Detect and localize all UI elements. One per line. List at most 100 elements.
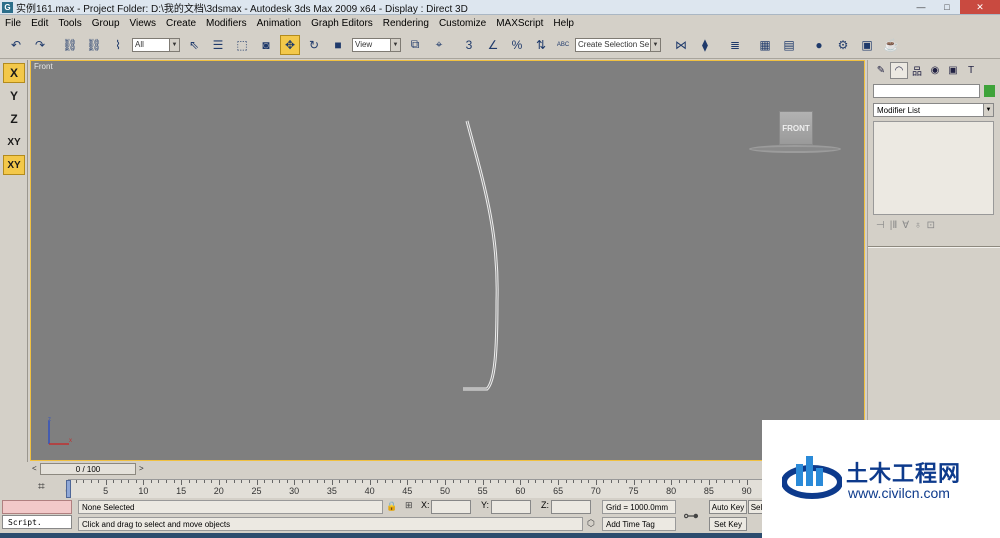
schematic-view-icon[interactable]: ▤	[779, 35, 799, 55]
undo-icon[interactable]: ↶	[6, 35, 26, 55]
timeline-tick	[686, 480, 688, 483]
quick-render-teapot-icon[interactable]: ☕	[881, 35, 901, 55]
viewcube[interactable]: FRONT	[779, 111, 813, 145]
display-tab-icon[interactable]: ▣	[944, 62, 962, 79]
menu-create[interactable]: Create	[161, 18, 201, 29]
menu-customize[interactable]: Customize	[434, 18, 491, 29]
restrict-to-y-button[interactable]: Y	[3, 86, 25, 106]
percent-snap-icon[interactable]: %	[507, 35, 527, 55]
minimize-button[interactable]: —	[908, 0, 934, 14]
timeline-tick	[294, 480, 296, 485]
mirror-icon[interactable]: ⋈	[671, 35, 691, 55]
create-tab-icon[interactable]: ✎	[872, 62, 890, 79]
modifier-stack[interactable]	[873, 121, 994, 215]
prev-frame-arrow[interactable]: <	[32, 464, 37, 473]
front-viewport[interactable]: Front z x FRONT	[30, 60, 865, 461]
viewcube-compass-ring[interactable]	[749, 145, 841, 153]
align-icon[interactable]: ⧫	[695, 35, 715, 55]
pivot-center-icon[interactable]: ⧉	[405, 35, 425, 55]
spinner-snap-icon[interactable]: ⇅	[531, 35, 551, 55]
maxscript-listener-mini[interactable]	[2, 500, 72, 514]
select-and-scale-icon[interactable]: ■	[328, 35, 348, 55]
render-setup-icon[interactable]: ⚙	[833, 35, 853, 55]
menu-views[interactable]: Views	[125, 18, 162, 29]
redo-icon[interactable]: ↷	[30, 35, 50, 55]
selection-filter-dropdown[interactable]: All ▼	[132, 37, 180, 52]
show-end-result-icon[interactable]: |Ⅱ	[890, 220, 898, 231]
object-color-swatch[interactable]	[984, 85, 995, 97]
bind-to-space-warp-icon[interactable]: ⌇	[108, 35, 128, 55]
timeline-tick	[505, 480, 507, 483]
timeline-tick	[512, 480, 514, 483]
timeline-tick-label: 40	[364, 486, 375, 496]
named-selection-sets-dropdown[interactable]: Create Selection Se ▼	[575, 37, 661, 52]
hierarchy-tab-icon[interactable]: 品	[908, 62, 926, 79]
select-and-move-icon[interactable]: ✥	[280, 34, 300, 55]
unlink-selection-icon[interactable]: ⛓	[84, 35, 104, 55]
absolute-mode-icon[interactable]: ⊞	[405, 500, 413, 511]
close-button[interactable]: ✕	[960, 0, 1000, 14]
menu-modifiers[interactable]: Modifiers	[201, 18, 252, 29]
timeline-ruler[interactable]: 051015202530354045505560657075808590	[65, 479, 765, 498]
make-unique-icon[interactable]: ∀	[902, 220, 909, 231]
select-and-link-icon[interactable]: ⛓	[60, 35, 80, 55]
menu-rendering[interactable]: Rendering	[378, 18, 434, 29]
time-slider[interactable]: 0 / 100	[40, 463, 136, 475]
timeline-track[interactable]: ⌗ 051015202530354045505560657075808590	[0, 476, 765, 498]
rectangular-region-icon[interactable]: ⬚	[232, 35, 252, 55]
app-icon[interactable]: G	[2, 1, 13, 13]
timeline-tick-label: 45	[402, 486, 413, 496]
menu-file[interactable]: File	[0, 18, 26, 29]
modifier-list-label: Modifier List	[877, 105, 921, 115]
menu-maxscript[interactable]: MAXScript	[491, 18, 548, 29]
auto-key-button[interactable]: Auto Key	[709, 500, 747, 514]
edit-named-selection-icon[interactable]: ABC	[555, 35, 571, 55]
maximize-button[interactable]: □	[934, 0, 960, 14]
object-name-field[interactable]	[873, 84, 980, 98]
curve-editor-icon[interactable]: ▦	[755, 35, 775, 55]
motion-tab-icon[interactable]: ◉	[926, 62, 944, 79]
menu-animation[interactable]: Animation	[252, 18, 306, 29]
y-coordinate-input[interactable]	[491, 500, 531, 514]
menu-edit[interactable]: Edit	[26, 18, 53, 29]
configure-modifier-sets-icon[interactable]: ⊡	[927, 220, 935, 231]
timeline-tick	[256, 480, 258, 485]
restrict-to-z-button[interactable]: Z	[3, 109, 25, 129]
remove-modifier-icon[interactable]: ♁	[914, 220, 922, 231]
timeline-tick	[316, 480, 318, 483]
rendered-frame-window-icon[interactable]: ▣	[857, 35, 877, 55]
menu-group[interactable]: Group	[87, 18, 125, 29]
menu-tools[interactable]: Tools	[53, 18, 86, 29]
modifier-list-dropdown[interactable]: Modifier List ▼	[873, 103, 994, 117]
x-coordinate-input[interactable]	[431, 500, 471, 514]
select-and-rotate-icon[interactable]: ↻	[304, 35, 324, 55]
layer-manager-icon[interactable]: ≣	[725, 35, 745, 55]
timeline-tick	[286, 480, 288, 483]
maxscript-input[interactable]: Script.	[2, 515, 72, 529]
utilities-tab-icon[interactable]: T	[962, 62, 980, 79]
window-crossing-icon[interactable]: ◙	[256, 35, 276, 55]
modify-tab-icon[interactable]: ◠	[890, 62, 908, 79]
select-by-name-icon[interactable]: ☰	[208, 35, 228, 55]
selection-info: None Selected	[78, 500, 383, 514]
angle-snap-icon[interactable]: ∠	[483, 35, 503, 55]
restrict-to-plane-button[interactable]: XY	[3, 155, 25, 175]
selection-lock-icon[interactable]: 🔒	[386, 501, 397, 512]
open-mini-curve-editor-icon[interactable]: ⌗	[38, 479, 45, 494]
material-editor-icon[interactable]: ●	[809, 35, 829, 55]
add-time-tag-button[interactable]: Add Time Tag	[602, 517, 676, 531]
next-frame-arrow[interactable]: >	[139, 464, 144, 473]
pin-stack-icon[interactable]: ⊣	[876, 220, 885, 231]
z-coordinate-input[interactable]	[551, 500, 591, 514]
current-frame-marker[interactable]	[66, 480, 71, 498]
snaps-toggle-icon[interactable]: 3	[459, 35, 479, 55]
default-in-out-tangents-key-icon[interactable]: ⊶	[683, 506, 699, 526]
select-and-manipulate-icon[interactable]: ⌖	[429, 35, 449, 55]
set-key-button[interactable]: Set Key	[709, 517, 747, 531]
select-object-icon[interactable]: ⇖	[184, 35, 204, 55]
restrict-to-xy-button[interactable]: XY	[3, 132, 25, 152]
menu-graph-editors[interactable]: Graph Editors	[306, 18, 378, 29]
menu-help[interactable]: Help	[548, 18, 579, 29]
reference-coordinate-dropdown[interactable]: View ▼	[352, 37, 401, 52]
restrict-to-x-button[interactable]: X	[3, 63, 25, 83]
